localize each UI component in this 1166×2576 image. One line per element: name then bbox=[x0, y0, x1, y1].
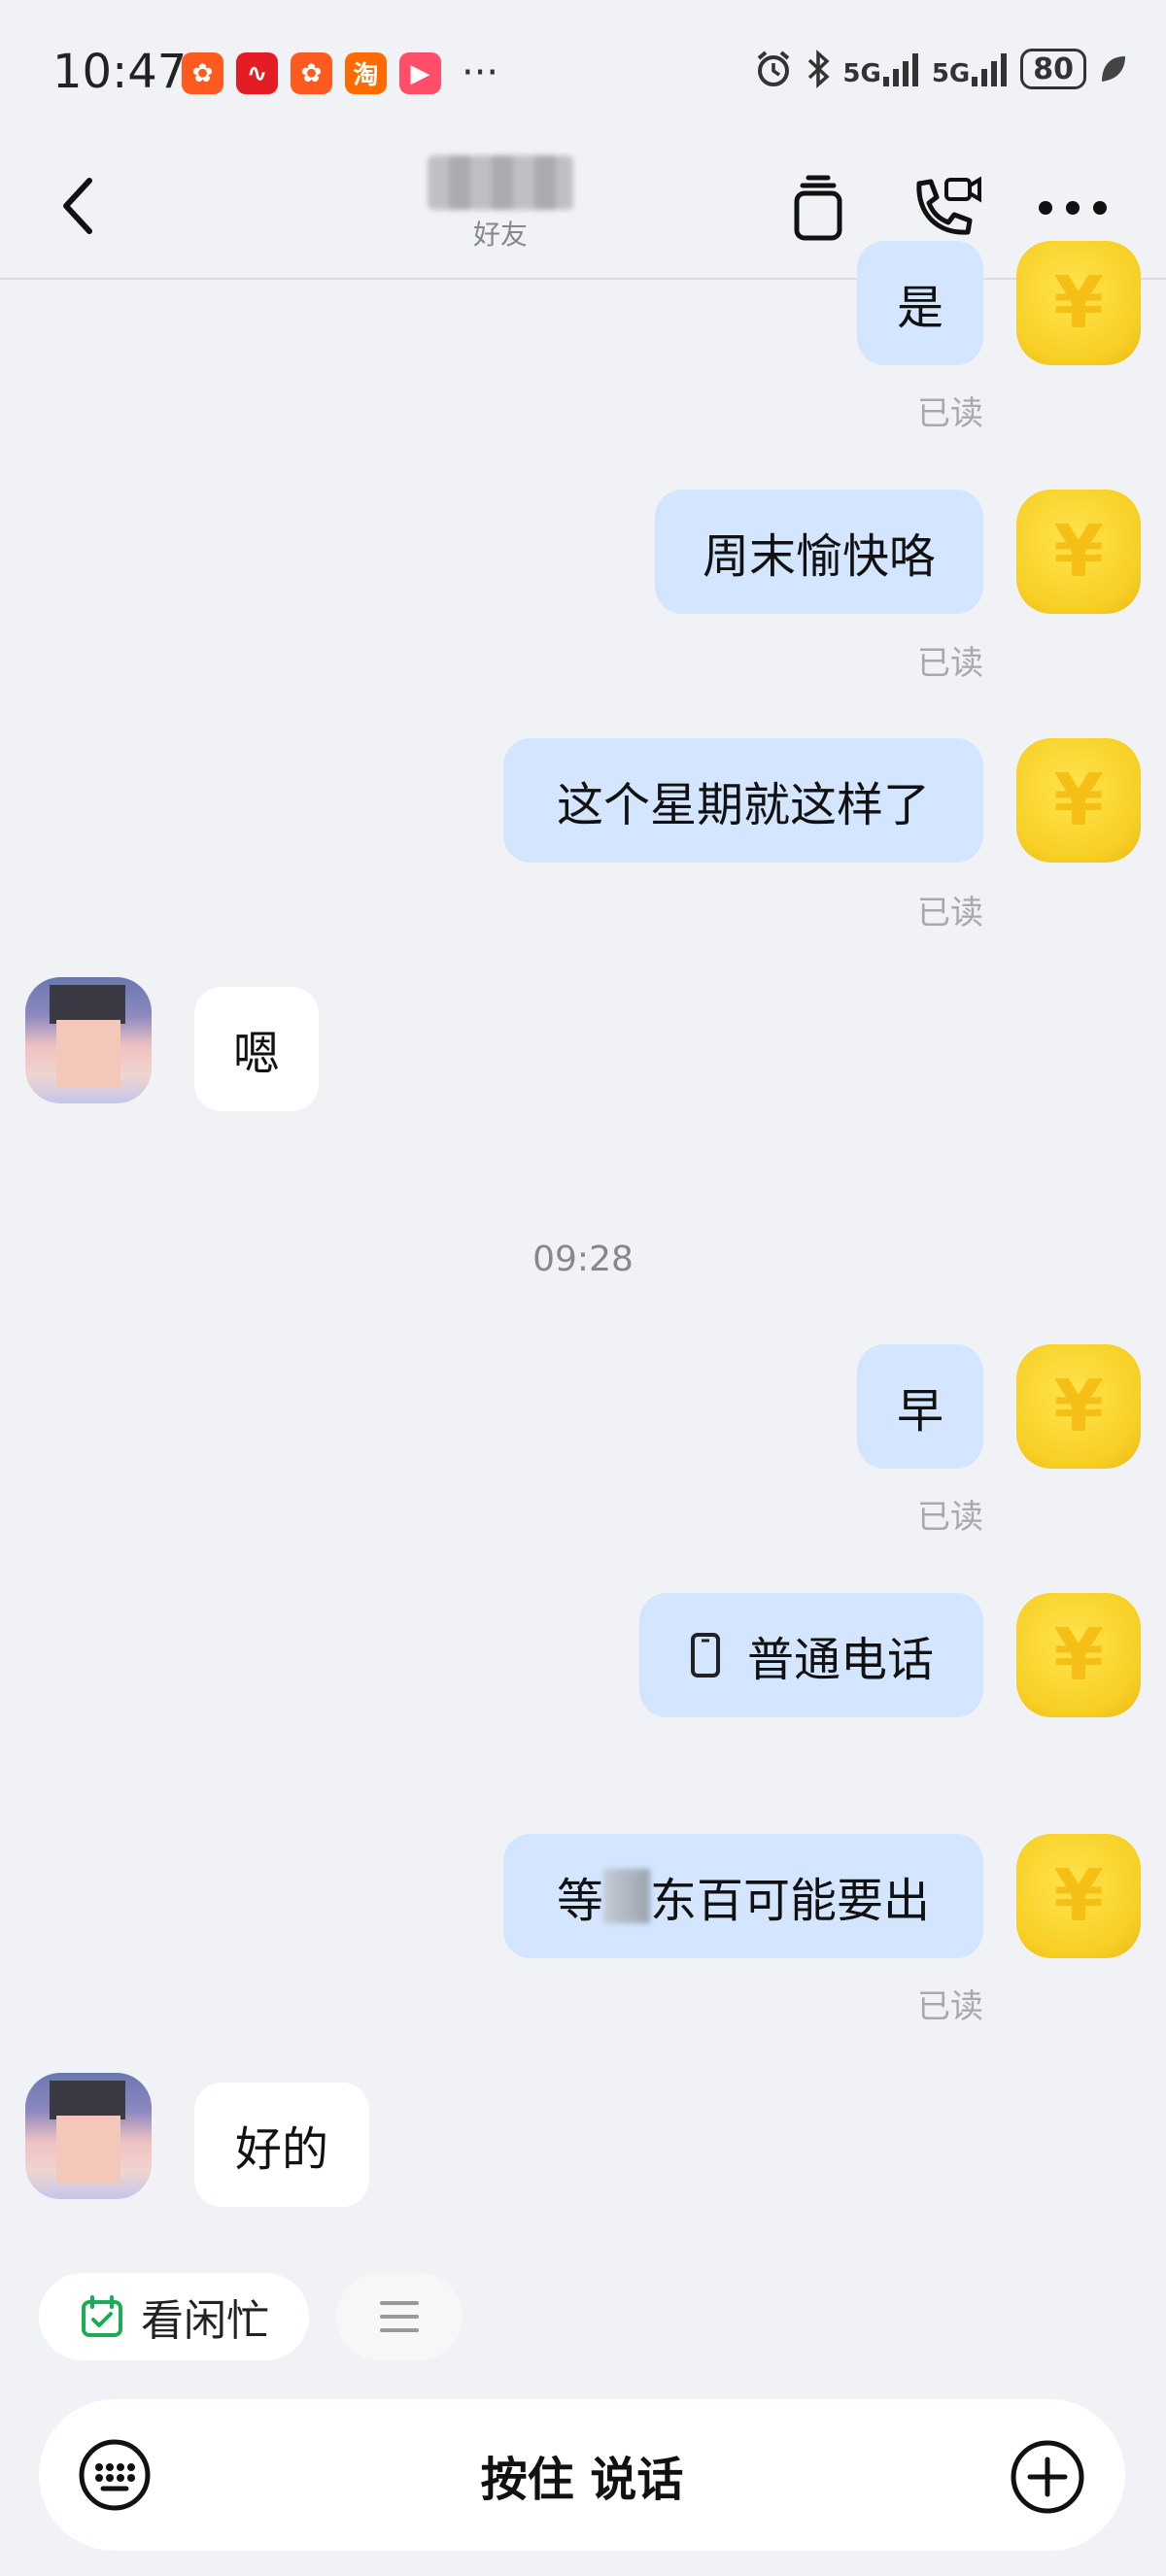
message-text: 早 bbox=[896, 1384, 943, 1439]
yen-coin-icon: ¥ bbox=[1053, 1365, 1104, 1448]
message-text-part: 等 bbox=[556, 1874, 603, 1928]
blurred-character bbox=[603, 1869, 650, 1923]
contact-name-blurred bbox=[428, 155, 573, 210]
avatar-hair bbox=[50, 985, 125, 1024]
message-text: 好的 bbox=[234, 2122, 328, 2177]
yen-coin-icon: ¥ bbox=[1053, 759, 1104, 842]
video-app-icon: ▶ bbox=[399, 52, 441, 94]
read-receipt: 已读 bbox=[917, 1987, 983, 2026]
menu-lines-icon bbox=[380, 2301, 419, 2332]
signal-bars-icon-2 bbox=[972, 53, 1008, 86]
keyboard-icon[interactable] bbox=[78, 2438, 152, 2512]
avatar-face bbox=[56, 1020, 120, 1088]
read-receipt: 已读 bbox=[917, 394, 983, 433]
alarm-icon bbox=[758, 51, 790, 86]
avatar-hair bbox=[50, 2081, 125, 2119]
message-text: 周末愉快咯 bbox=[702, 529, 936, 584]
kuaishou-icon: ✿ bbox=[182, 52, 223, 94]
plus-icon[interactable] bbox=[1009, 2438, 1086, 2516]
yen-coin-icon: ¥ bbox=[1053, 1854, 1104, 1938]
signal-5g-2: 5G bbox=[932, 50, 1009, 88]
message-bubble-self[interactable]: 早 bbox=[857, 1344, 983, 1469]
message-bubble-other[interactable]: 嗯 bbox=[194, 987, 319, 1111]
yen-coin-icon: ¥ bbox=[1053, 510, 1104, 593]
hold-to-talk-button[interactable]: 按住 说话 bbox=[39, 2399, 1125, 2551]
signal-bars-icon bbox=[882, 53, 918, 86]
message-bubble-self[interactable]: 这个星期就这样了 bbox=[503, 738, 983, 863]
self-avatar[interactable]: ¥ bbox=[1016, 490, 1141, 614]
signal-5g-label-2: 5G bbox=[931, 59, 971, 88]
message-text: 这个星期就这样了 bbox=[556, 778, 930, 832]
battery-indicator: 80 bbox=[1020, 49, 1086, 89]
input-bar: 按住 说话 bbox=[39, 2399, 1125, 2551]
self-avatar[interactable]: ¥ bbox=[1016, 1834, 1141, 1958]
read-receipt: 已读 bbox=[917, 1498, 983, 1537]
status-indicators: 5G 5G 80 bbox=[753, 49, 1127, 89]
time-divider: 09:28 bbox=[532, 1239, 634, 1279]
bluetooth-icon bbox=[808, 50, 830, 88]
signal-5g-label-1: 5G bbox=[842, 59, 881, 88]
yen-coin-icon: ¥ bbox=[1053, 261, 1104, 345]
message-bubble-self[interactable]: 等 东百可能要出 bbox=[503, 1834, 983, 1958]
notification-app-icons: ✿ ∿ ✿ 淘 ▶ ··· bbox=[182, 52, 498, 94]
message-bubble-self[interactable]: 是 bbox=[857, 241, 983, 365]
message-text: 嗯 bbox=[233, 1027, 281, 1081]
call-record-bubble[interactable]: 普通电话 bbox=[639, 1593, 983, 1717]
chip-label: 看闲忙 bbox=[141, 2296, 269, 2346]
phone-icon bbox=[690, 1633, 720, 1678]
self-avatar[interactable]: ¥ bbox=[1016, 241, 1141, 365]
leaf-icon bbox=[1102, 56, 1125, 82]
more-icon[interactable] bbox=[1034, 169, 1112, 247]
read-receipt: 已读 bbox=[917, 644, 983, 683]
self-avatar[interactable]: ¥ bbox=[1016, 738, 1141, 863]
taobao-icon: 淘 bbox=[345, 52, 387, 94]
message-bubble-other[interactable]: 好的 bbox=[194, 2083, 369, 2207]
read-receipt: 已读 bbox=[917, 894, 983, 932]
message-text-part: 东百可能要出 bbox=[650, 1874, 931, 1928]
more-notifications-icon: ··· bbox=[462, 51, 499, 95]
status-time: 10:47 bbox=[52, 45, 188, 99]
self-avatar[interactable]: ¥ bbox=[1016, 1344, 1141, 1469]
calendar-check-icon bbox=[82, 2295, 122, 2337]
availability-chip[interactable]: 看闲忙 bbox=[39, 2273, 309, 2360]
message-bubble-self[interactable]: 周末愉快咯 bbox=[655, 490, 983, 614]
yen-coin-icon: ¥ bbox=[1053, 1613, 1104, 1697]
kuaishou-icon-2: ✿ bbox=[291, 52, 332, 94]
contact-avatar[interactable] bbox=[25, 2073, 152, 2199]
contact-avatar[interactable] bbox=[25, 977, 152, 1103]
signal-5g-1: 5G bbox=[842, 50, 919, 88]
stock-app-icon: ∿ bbox=[236, 52, 278, 94]
message-text: 普通电话 bbox=[746, 1633, 934, 1687]
history-icon[interactable] bbox=[779, 169, 857, 247]
chat-header: 好友 bbox=[0, 146, 1166, 280]
status-bar: 10:47 ✿ ∿ ✿ 淘 ▶ ··· 5G 5G 80 bbox=[0, 0, 1166, 146]
message-text: 是 bbox=[896, 281, 943, 335]
self-avatar[interactable]: ¥ bbox=[1016, 1593, 1141, 1717]
avatar-face bbox=[56, 2116, 120, 2184]
menu-chip[interactable] bbox=[336, 2273, 463, 2360]
call-icon[interactable] bbox=[906, 169, 983, 247]
